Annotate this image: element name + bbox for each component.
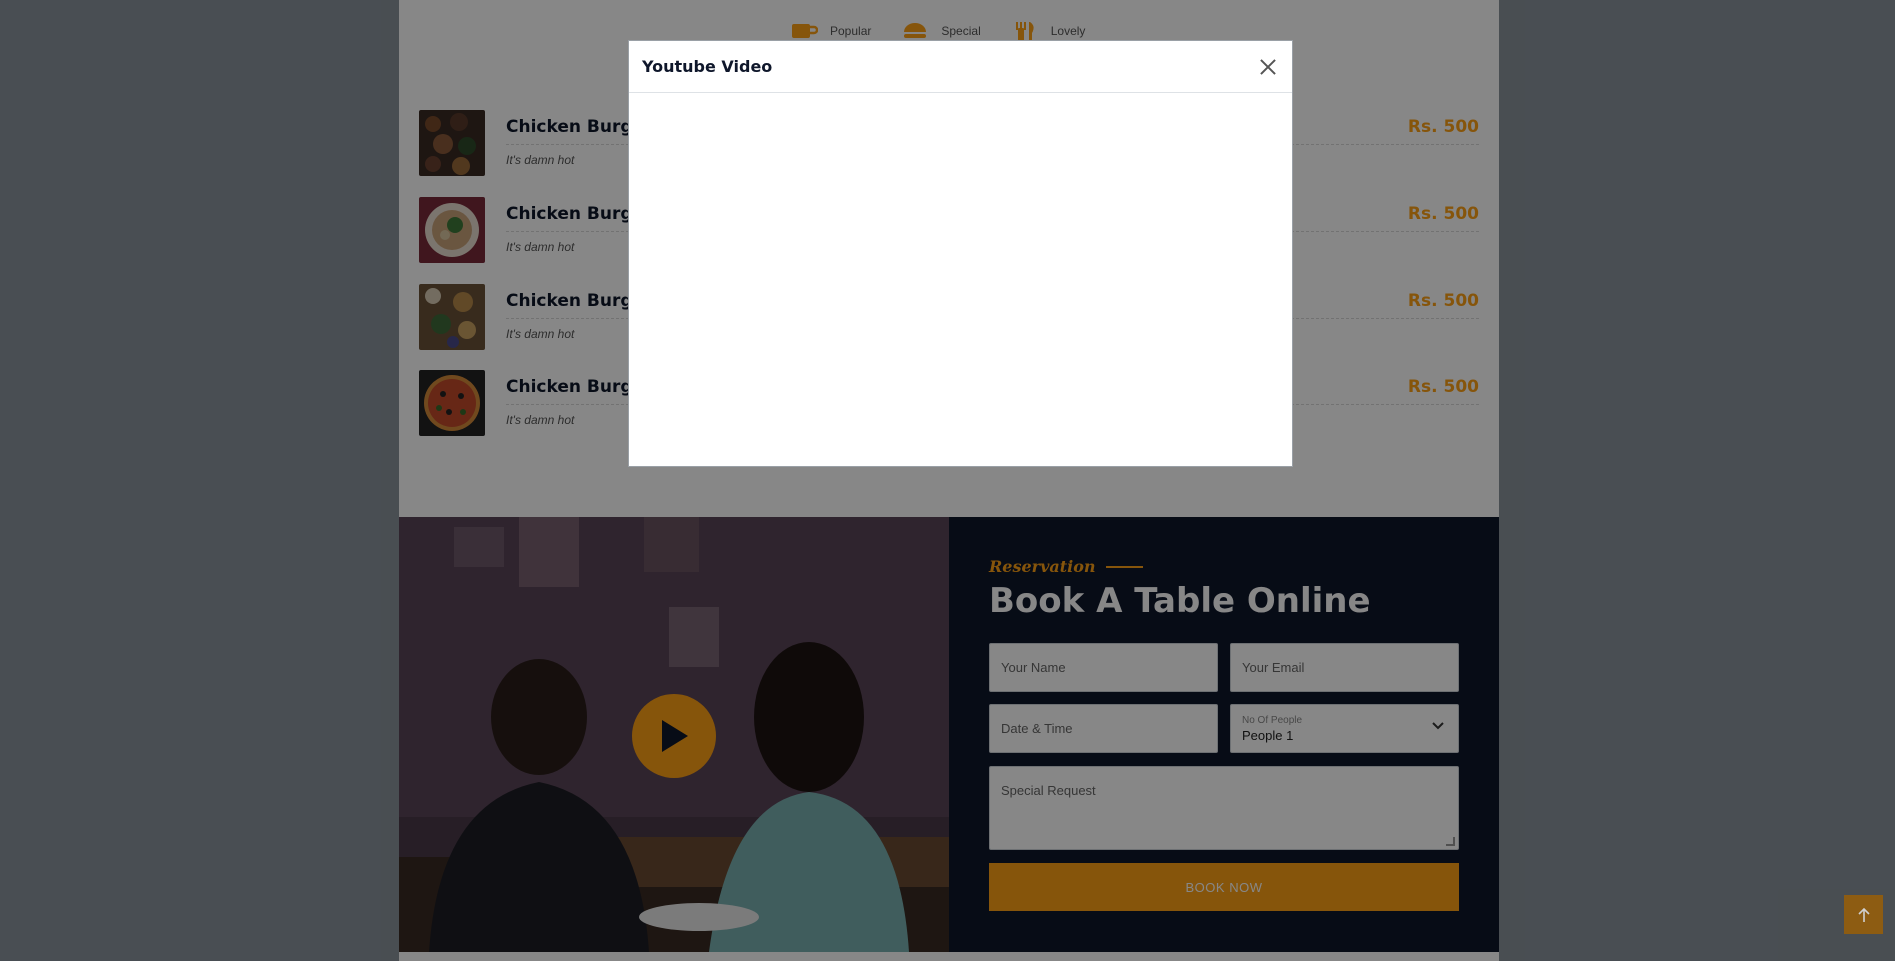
video-embed[interactable] [629,93,1292,466]
video-modal: Youtube Video [628,40,1293,467]
back-to-top-button[interactable] [1844,895,1883,934]
arrow-up-icon [1857,907,1870,922]
close-icon[interactable] [1258,57,1278,77]
modal-title: Youtube Video [642,57,773,76]
modal-header: Youtube Video [629,41,1292,93]
